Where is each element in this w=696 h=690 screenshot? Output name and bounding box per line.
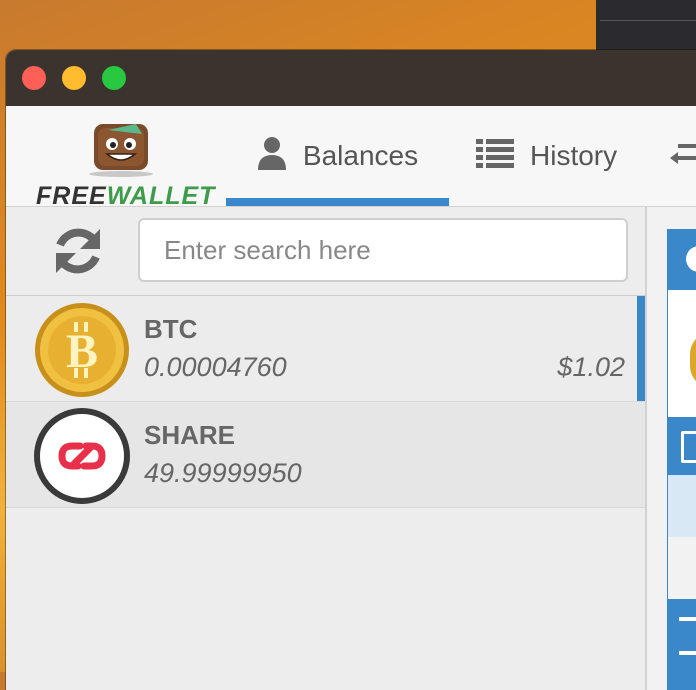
search-input[interactable] — [138, 218, 628, 282]
logo-wallet-text: WALLET — [106, 182, 216, 210]
document-icon — [679, 617, 696, 655]
list-icon — [476, 138, 514, 175]
refresh-icon[interactable] — [48, 221, 108, 281]
detail-row — [667, 475, 696, 537]
balance-row-share[interactable]: SHARE 49.99999950 — [6, 402, 645, 508]
bitcoin-coin-icon: B — [35, 303, 129, 397]
tab-balances-label: Balances — [302, 140, 419, 171]
logo-free-text: FREE — [36, 182, 107, 210]
selected-indicator — [637, 296, 645, 401]
freewallet-logo[interactable]: FREEWALLET — [34, 118, 214, 210]
asset-detail-panel — [647, 207, 696, 690]
desktop-background-panel — [596, 0, 696, 52]
clipboard-icon — [681, 431, 696, 463]
asset-amount: 49.99999950 — [144, 458, 302, 488]
search-bar — [6, 207, 645, 296]
app-window: FREEWALLET Balances History Enter search… — [6, 50, 696, 690]
asset-usd-value: $1.02 — [557, 352, 625, 382]
asset-name: BTC — [144, 314, 198, 344]
tab-history-label: History — [530, 140, 618, 171]
top-navigation: FREEWALLET Balances History — [6, 106, 696, 210]
close-window-button[interactable] — [22, 66, 46, 90]
title-bar — [6, 50, 696, 106]
tab-exchange[interactable] — [670, 106, 696, 206]
asset-amount: 0.00004760 — [144, 352, 287, 382]
share-token-icon — [34, 408, 130, 504]
balances-panel: B BTC 0.00004760 $1.02 SHARE 49.99999950 — [6, 207, 647, 690]
tab-balances[interactable]: Balances — [226, 106, 449, 206]
exchange-arrows-icon — [670, 138, 696, 175]
asset-detail-card — [667, 229, 696, 421]
zoom-window-button[interactable] — [102, 66, 126, 90]
detail-action-button[interactable] — [667, 417, 696, 475]
detail-row — [667, 537, 696, 599]
balance-row-btc[interactable]: B BTC 0.00004760 $1.02 — [6, 296, 645, 402]
minimize-window-button[interactable] — [62, 66, 86, 90]
detail-coin-icon — [690, 332, 696, 388]
detail-action-button[interactable] — [667, 599, 696, 690]
user-icon — [257, 136, 287, 177]
tab-history[interactable]: History — [476, 106, 617, 206]
detail-header — [668, 230, 696, 290]
svg-text:B: B — [66, 325, 98, 378]
asset-name: SHARE — [144, 420, 236, 450]
